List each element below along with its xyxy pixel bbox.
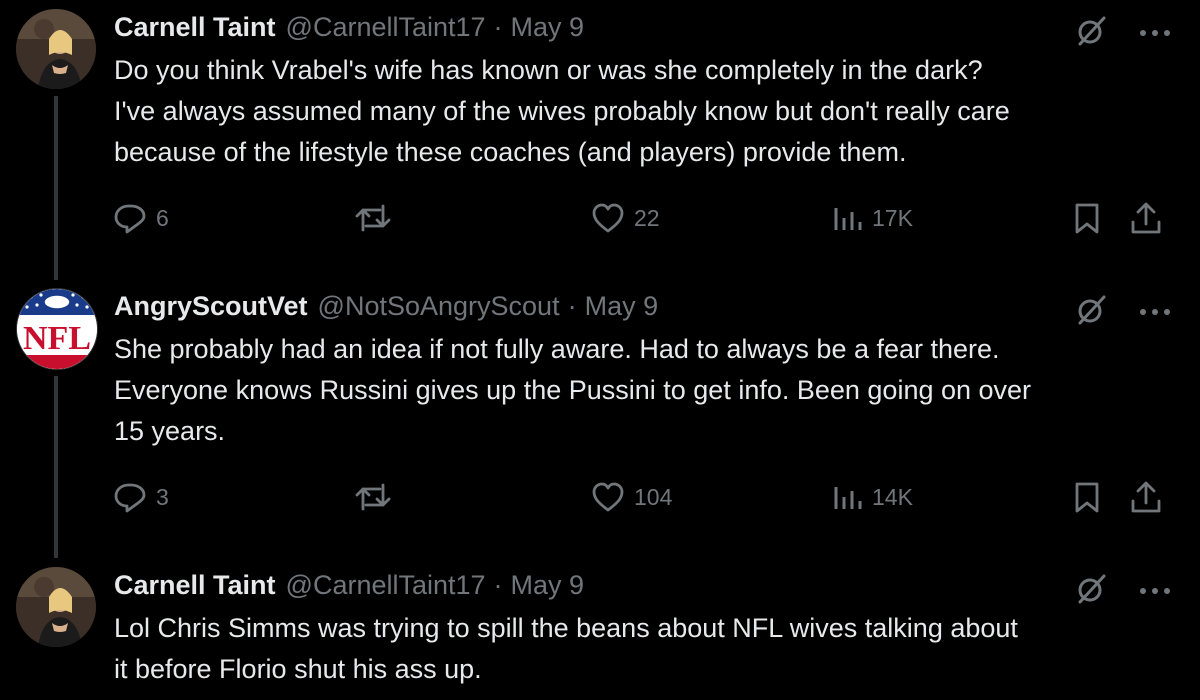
retweet-icon (354, 200, 392, 236)
share-button[interactable] (1128, 200, 1164, 236)
views-button[interactable]: 14K (830, 479, 913, 515)
tweet-1[interactable]: Carnell Taint @CarnellTaint17 · May 9 Do… (0, 0, 1200, 270)
more-icon[interactable] (1138, 25, 1172, 43)
like-count: 104 (634, 483, 673, 510)
grok-icon[interactable] (1074, 572, 1108, 611)
tweet-text: Lol Chris Simms was trying to spill the … (114, 608, 1184, 690)
tweet-date[interactable]: May 9 (511, 12, 585, 43)
view-count: 14K (872, 483, 913, 510)
tweet-actions: 3 104 14K (112, 479, 1172, 519)
tweet-top-icons (1074, 293, 1172, 332)
more-icon[interactable] (1138, 583, 1172, 601)
tweet-actions: 6 22 17K (112, 200, 1172, 240)
bookmark-icon (1070, 479, 1104, 515)
tweet-date[interactable]: May 9 (585, 291, 659, 322)
retweet-button[interactable] (354, 479, 400, 515)
views-icon (830, 200, 864, 236)
text-line: Everyone knows Russini gives up the Puss… (114, 375, 1032, 405)
nfl-logo-text: NFL (23, 320, 91, 357)
tweet-top-icons (1074, 572, 1172, 611)
text-line: Lol Chris Simms was trying to spill the … (114, 613, 1018, 643)
views-button[interactable]: 17K (830, 200, 913, 236)
share-icon (1128, 200, 1164, 236)
like-button[interactable]: 22 (590, 200, 660, 236)
tweet-header: AngryScoutVet @NotSoAngryScout · May 9 (114, 289, 658, 323)
separator: · (567, 290, 577, 321)
author-handle[interactable]: @NotSoAngryScout (318, 291, 560, 322)
more-icon[interactable] (1138, 304, 1172, 322)
reply-count: 6 (156, 204, 169, 231)
avatar[interactable] (16, 567, 96, 647)
like-icon (590, 200, 626, 236)
tweet-text: Do you think Vrabel's wife has known or … (114, 50, 1184, 173)
reply-count: 3 (156, 483, 169, 510)
author-name[interactable]: AngryScoutVet (114, 291, 308, 322)
share-button[interactable] (1128, 479, 1164, 515)
view-count: 17K (872, 204, 913, 231)
like-count: 22 (634, 204, 660, 231)
retweet-icon (354, 479, 392, 515)
grok-icon[interactable] (1074, 293, 1108, 332)
author-handle[interactable]: @CarnellTaint17 (286, 570, 486, 601)
avatar[interactable] (16, 9, 96, 89)
separator: · (493, 569, 503, 600)
views-icon (830, 479, 864, 515)
tweet-top-icons (1074, 14, 1172, 53)
like-button[interactable]: 104 (590, 479, 672, 515)
tweet-date[interactable]: May 9 (511, 570, 585, 601)
retweet-button[interactable] (354, 200, 400, 236)
author-name[interactable]: Carnell Taint (114, 12, 276, 43)
text-line: it before Florio shut his ass up. (114, 654, 482, 684)
separator: · (493, 11, 503, 42)
tweet-2[interactable]: NFL AngryScoutVet @NotSoAngryScout · May… (0, 279, 1200, 559)
author-handle[interactable]: @CarnellTaint17 (286, 12, 486, 43)
reply-button[interactable]: 3 (112, 479, 169, 515)
share-icon (1128, 479, 1164, 515)
tweet-header: Carnell Taint @CarnellTaint17 · May 9 (114, 568, 584, 602)
author-name[interactable]: Carnell Taint (114, 570, 276, 601)
text-line: She probably had an idea if not fully aw… (114, 334, 1000, 364)
bookmark-button[interactable] (1070, 200, 1104, 236)
avatar[interactable]: NFL (16, 288, 98, 370)
text-line: because of the lifestyle these coaches (… (114, 137, 907, 167)
text-line: Do you think Vrabel's wife has known or … (114, 55, 983, 85)
tweet-header: Carnell Taint @CarnellTaint17 · May 9 (114, 10, 584, 44)
bookmark-button[interactable] (1070, 479, 1104, 515)
reply-button[interactable]: 6 (112, 200, 169, 236)
text-line: 15 years. (114, 416, 226, 446)
tweet-3[interactable]: Carnell Taint @CarnellTaint17 · May 9 Lo… (0, 558, 1200, 700)
reply-icon (112, 479, 148, 515)
like-icon (590, 479, 626, 515)
grok-icon[interactable] (1074, 14, 1108, 53)
text-line: I've always assumed many of the wives pr… (114, 96, 1010, 126)
reply-icon (112, 200, 148, 236)
bookmark-icon (1070, 200, 1104, 236)
tweet-text: She probably had an idea if not fully aw… (114, 329, 1184, 452)
